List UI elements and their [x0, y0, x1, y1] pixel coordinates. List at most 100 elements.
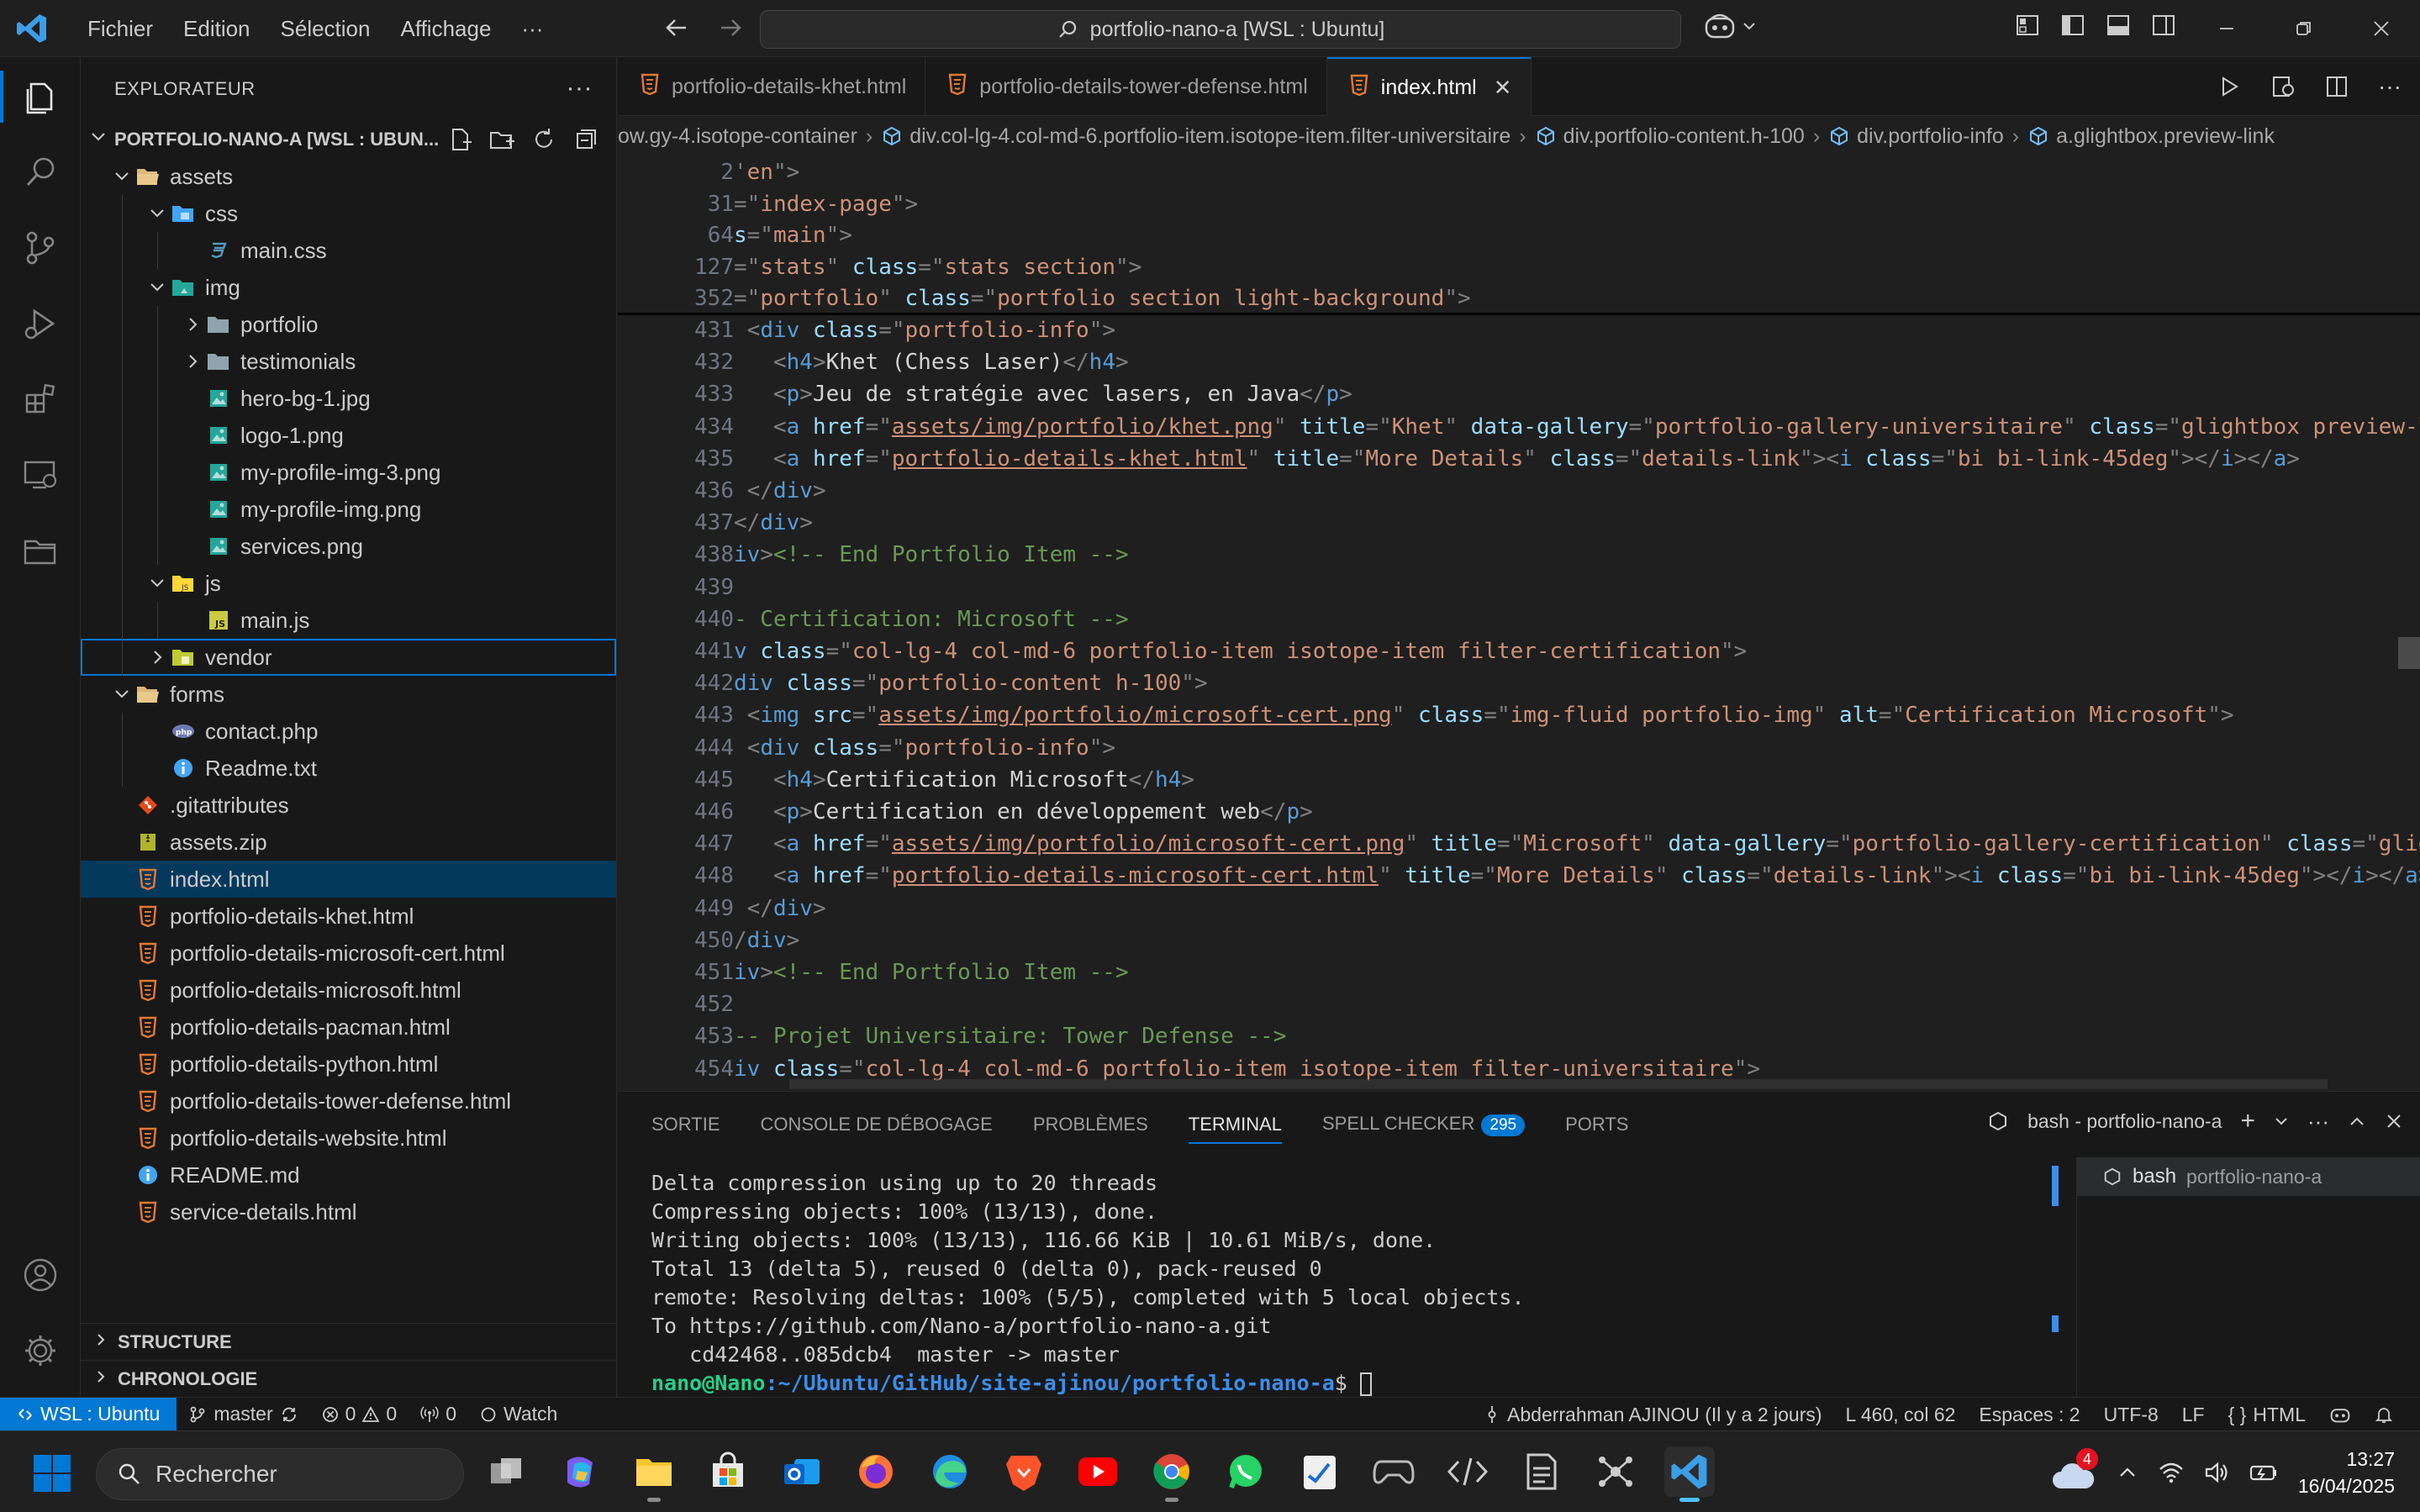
file-explorer-app[interactable]	[629, 1446, 679, 1502]
tree-item-portfolio-details-microsoft-html[interactable]: portfolio-details-microsoft.html	[81, 972, 616, 1009]
customize-layout-icon[interactable]	[2014, 12, 2041, 39]
dev-home-app[interactable]	[1442, 1446, 1493, 1497]
tree-item-testimonials[interactable]: testimonials	[81, 343, 616, 380]
tree-item-index-html[interactable]: index.html	[81, 861, 616, 898]
breadcrumb-item[interactable]: ow.gy-4.isotope-container	[618, 124, 857, 149]
chevron-down-icon[interactable]	[2274, 1114, 2289, 1129]
tree-item-img[interactable]: img	[81, 269, 616, 306]
end-of-line[interactable]: LF	[2170, 1404, 2217, 1426]
collapse-all-icon[interactable]	[572, 126, 599, 153]
notifications[interactable]	[2363, 1405, 2405, 1424]
activity-extensions[interactable]	[0, 361, 81, 437]
panel-tab-sortie[interactable]: SORTIE	[651, 1114, 720, 1135]
forward-arrow-icon[interactable]	[716, 13, 745, 42]
language-mode[interactable]: { } HTML	[2217, 1404, 2317, 1426]
cursor-position[interactable]: L 460, col 62	[1834, 1404, 1968, 1426]
activity-manage[interactable]	[0, 1313, 81, 1388]
activity-search[interactable]	[0, 134, 81, 210]
tree-item-service-details-html[interactable]: service-details.html	[81, 1193, 616, 1230]
new-terminal-button[interactable]: +	[2240, 1107, 2255, 1135]
copilot-button[interactable]	[1703, 12, 1757, 40]
section-chronologie[interactable]: CHRONOLOGIE	[81, 1360, 616, 1397]
minimize-button[interactable]	[2188, 0, 2265, 57]
tree-item-readme-md[interactable]: README.md	[81, 1156, 616, 1193]
edge-app[interactable]	[925, 1446, 975, 1497]
tree-item-css[interactable]: css	[81, 195, 616, 232]
tree-item-my-profile-img-3-png[interactable]: my-profile-img-3.png	[81, 454, 616, 491]
weather-widget[interactable]: 4	[2049, 1447, 2098, 1494]
activity-remote-explorer[interactable]	[0, 437, 81, 513]
network-app[interactable]	[1590, 1446, 1641, 1497]
breadcrumb-item[interactable]: a.glightbox.preview-link	[2056, 124, 2275, 149]
menu-selection[interactable]: Sélection	[266, 16, 386, 42]
panel-tab-problemes[interactable]: PROBLÈMES	[1033, 1114, 1148, 1135]
outlook-app[interactable]	[777, 1446, 827, 1497]
tree-item-forms[interactable]: forms	[81, 676, 616, 713]
breadcrumb-item[interactable]: div.portfolio-info	[1857, 124, 2004, 149]
code-editor[interactable]: 2'en"> 31 ="index-page"> 64 s="main"> 127 ="st…	[618, 156, 2420, 1091]
watch-indicator[interactable]: Watch	[468, 1403, 569, 1425]
panel-tab-spell-checker[interactable]: SPELL CHECKER 295	[1322, 1113, 1526, 1136]
taskbar-search[interactable]: Rechercher	[96, 1448, 464, 1500]
breadcrumb-item[interactable]: div.portfolio-content.h-100	[1563, 124, 1805, 149]
tree-item-hero-bg-1-jpg[interactable]: hero-bg-1.jpg	[81, 380, 616, 417]
toggle-primary-sidebar-icon[interactable]	[2059, 12, 2086, 39]
section-structure[interactable]: STRUCTURE	[81, 1323, 616, 1360]
activity-explorer[interactable]	[0, 59, 81, 134]
tree-item-portfolio-details-khet-html[interactable]: portfolio-details-khet.html	[81, 898, 616, 935]
battery-icon[interactable]	[2249, 1461, 2278, 1484]
tab-portfolio-details-tower-defense[interactable]: portfolio-details-tower-defense.html	[925, 57, 1327, 116]
tree-item-assets[interactable]: assets	[81, 158, 616, 195]
volume-icon[interactable]	[2204, 1461, 2229, 1484]
chrome-app[interactable]	[1147, 1446, 1197, 1502]
tree-item-portfolio[interactable]: portfolio	[81, 306, 616, 343]
new-file-icon[interactable]	[446, 126, 473, 153]
tab-close-button[interactable]: ✕	[1494, 75, 1512, 101]
tree-item-portfolio-details-website-html[interactable]: portfolio-details-website.html	[81, 1120, 616, 1156]
split-editor-icon[interactable]	[2324, 74, 2349, 99]
activity-accounts[interactable]	[0, 1237, 81, 1313]
panel-more-actions[interactable]: ···	[2307, 1109, 2329, 1135]
tree-item-my-profile-img-png[interactable]: my-profile-img.png	[81, 491, 616, 528]
clipboard-app[interactable]	[1294, 1446, 1345, 1497]
tree-item-readme-txt[interactable]: Readme.txt	[81, 750, 616, 787]
task-view-app[interactable]	[481, 1446, 531, 1497]
ports-indicator[interactable]: 0	[409, 1403, 468, 1425]
notepad-app[interactable]	[1516, 1446, 1567, 1497]
sync-icon[interactable]	[280, 1405, 298, 1424]
panel-tab-terminal[interactable]: TERMINAL	[1188, 1114, 1282, 1144]
tree-item-portfolio-details-python-html[interactable]: portfolio-details-python.html	[81, 1046, 616, 1083]
tree-item-main-css[interactable]: main.css	[81, 232, 616, 269]
menu-edition[interactable]: Edition	[168, 16, 266, 42]
editor-horizontal-scrollbar[interactable]	[789, 1079, 2328, 1089]
panel-tab-console-debogage[interactable]: CONSOLE DE DÉBOGAGE	[761, 1114, 993, 1135]
workspace-folder-header[interactable]: PORTFOLIO-NANO-A [WSL : UBUN...	[81, 121, 616, 158]
tree-item-main-js[interactable]: JS main.js	[81, 602, 616, 639]
remote-indicator[interactable]: WSL : Ubuntu	[0, 1397, 177, 1431]
wifi-icon[interactable]	[2159, 1461, 2184, 1484]
menu-affichage[interactable]: Affichage	[385, 16, 506, 42]
menu-more[interactable]: ···	[506, 16, 558, 42]
back-arrow-icon[interactable]	[662, 13, 691, 42]
chevron-up-icon[interactable]	[2117, 1462, 2138, 1483]
clock[interactable]: 13:27 16/04/2025	[2298, 1446, 2395, 1499]
brave-app[interactable]	[999, 1446, 1049, 1497]
refresh-icon[interactable]	[530, 126, 557, 153]
tab-index-html[interactable]: index.html ✕	[1326, 57, 1532, 116]
restore-button[interactable]	[2265, 0, 2343, 57]
activity-folders[interactable]	[0, 513, 81, 588]
tree-item-assets-zip[interactable]: assets.zip	[81, 824, 616, 861]
run-icon[interactable]	[2217, 74, 2242, 99]
tree-item-gitattributes[interactable]: .gitattributes	[81, 787, 616, 824]
firefox-app[interactable]	[851, 1446, 901, 1497]
tree-item-logo-1-png[interactable]: logo-1.png	[81, 417, 616, 454]
tree-item-js[interactable]: JS js	[81, 565, 616, 602]
terminal-list-item[interactable]: bash portfolio-nano-a	[2077, 1157, 2420, 1196]
tree-item-contact-php[interactable]: php contact.php	[81, 713, 616, 750]
tree-item-services-png[interactable]: services.png	[81, 528, 616, 565]
microsoft-365-app[interactable]	[555, 1446, 605, 1497]
command-center[interactable]: portfolio-nano-a [WSL : Ubuntu]	[760, 10, 1681, 49]
activity-run-debug[interactable]	[0, 286, 81, 361]
editor-scrollbar-thumb[interactable]	[2398, 637, 2420, 669]
encoding[interactable]: UTF-8	[2092, 1404, 2170, 1426]
